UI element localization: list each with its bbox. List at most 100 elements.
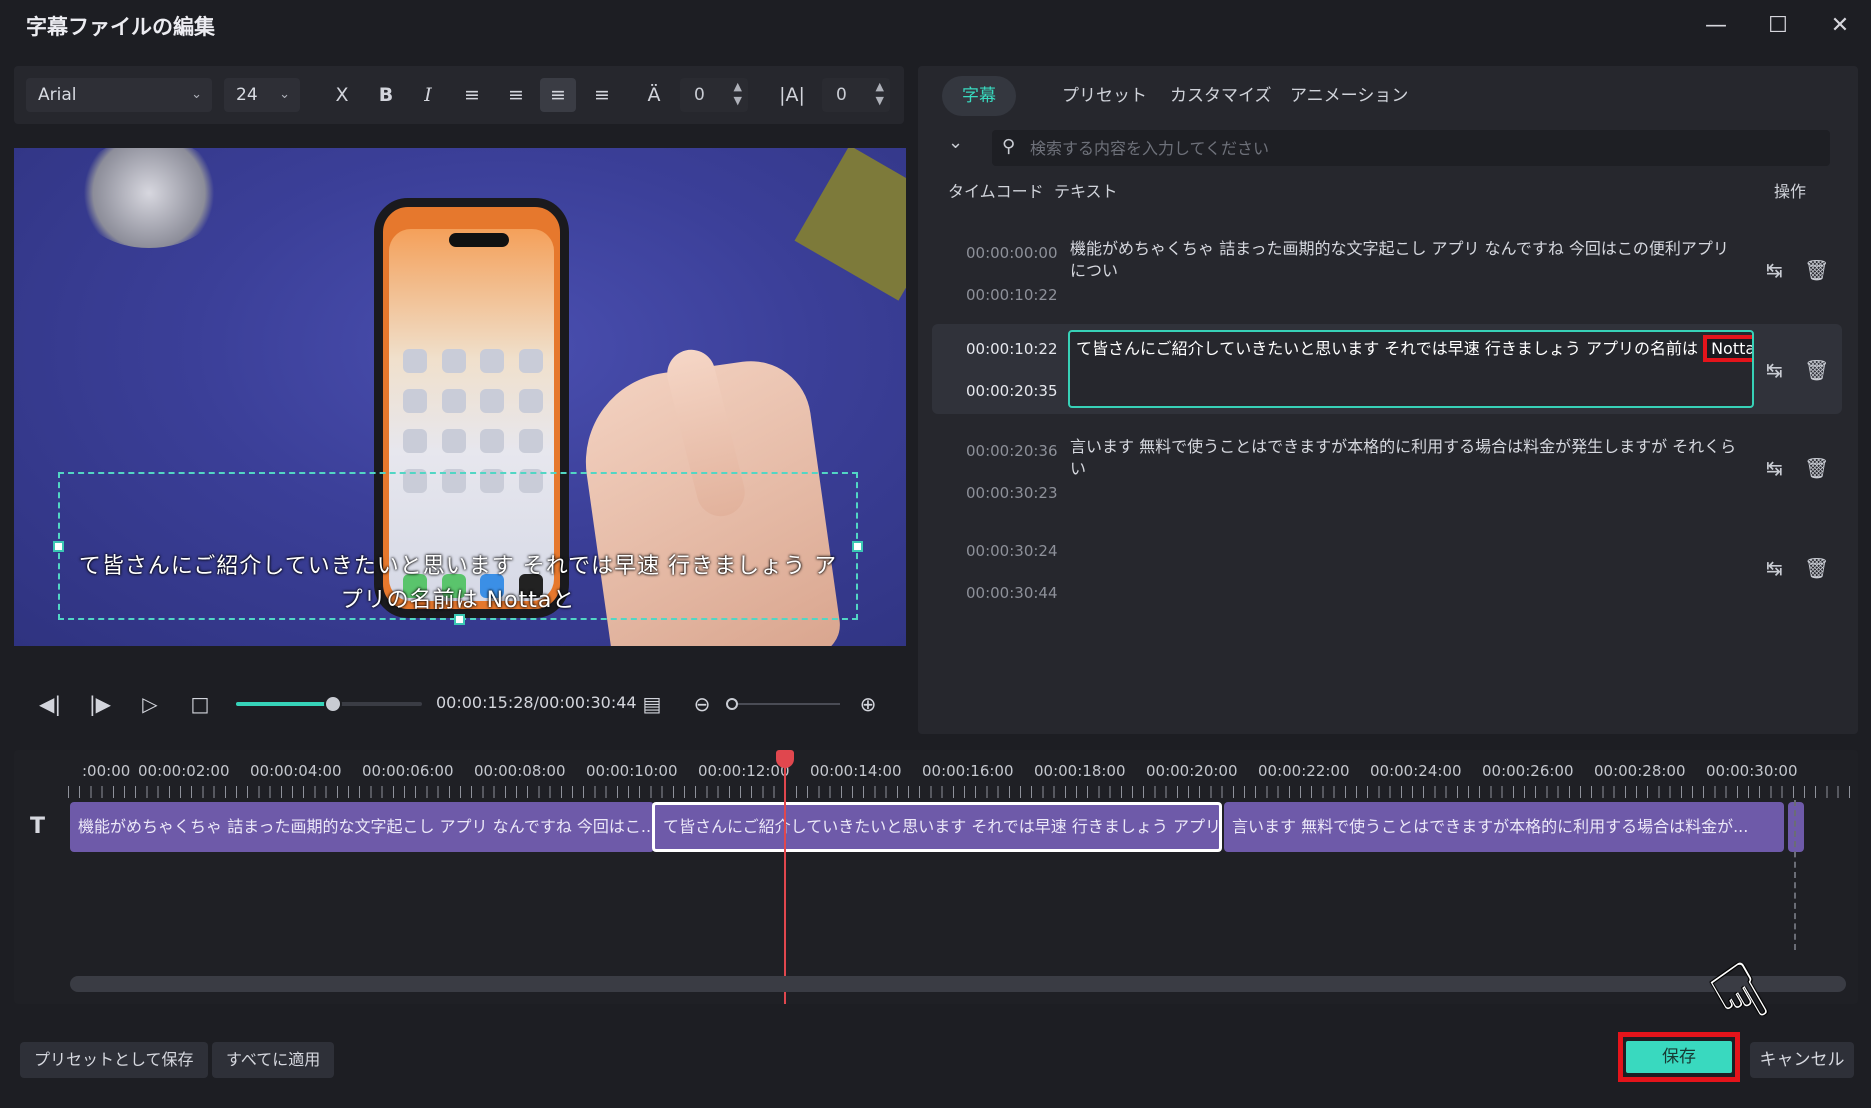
- video-preview[interactable]: て皆さんにご紹介していきたいと思います それでは早速 行きましょう ア プリの名…: [14, 148, 906, 646]
- subtitle-overlay[interactable]: て皆さんにご紹介していきたいと思います それでは早速 行きましょう ア プリの名…: [58, 550, 858, 618]
- subtitle-clip[interactable]: 言います 無料で使うことはできますが本格的に利用する場合は料金が...: [1224, 802, 1784, 852]
- letter-spacing-icon: Ä: [647, 84, 661, 106]
- ruler-label: 00:00:08:00: [474, 762, 566, 780]
- tab-animation[interactable]: アニメーション: [1270, 76, 1428, 116]
- align-justify-icon[interactable]: ≡: [584, 78, 620, 112]
- column-header-actions: 操作: [1774, 182, 1807, 201]
- row-end-timecode: 00:00:30:23: [966, 484, 1058, 502]
- timeline-end-marker: [1794, 800, 1796, 950]
- progress-knob[interactable]: [323, 695, 342, 713]
- subtitle-row[interactable]: 00:00:00:00 00:00:10:22 機能がめちゃくちゃ 詰まった画期…: [932, 224, 1842, 314]
- close-icon[interactable]: ✕: [1818, 8, 1862, 44]
- tab-presets[interactable]: プリセット: [1042, 76, 1167, 116]
- stepper-icon[interactable]: ▲ ▼: [734, 80, 742, 108]
- font-family-value: Arial: [38, 85, 77, 105]
- row-start-timecode: 00:00:00:00: [966, 244, 1058, 262]
- zoom-out-icon[interactable]: ⊖: [686, 688, 718, 720]
- ruler-label: 00:00:22:00: [1258, 762, 1350, 780]
- ruler-label: :00:00: [82, 762, 131, 780]
- subtitle-clip[interactable]: 機能がめちゃくちゃ 詰まった画期的な文字起こし アプリ なんですね 今回はこ..…: [70, 802, 654, 852]
- row-text: て皆さんにご紹介していきたいと思います それでは早速 行きましょう アプリの名前…: [1076, 339, 1698, 358]
- title-bar: 字幕ファイルの編集 — ☐ ✕: [0, 0, 1871, 52]
- column-header-text: テキスト: [1054, 182, 1118, 201]
- subtitle-editor-window: 字幕ファイルの編集 — ☐ ✕ Arial ⌄ 24 ⌄ Ⅹ B I ≡ ≡ ≡…: [0, 0, 1871, 1108]
- trash-icon[interactable]: 🗑: [1804, 556, 1829, 580]
- subtitle-row-selected[interactable]: 00:00:10:22 00:00:20:35 て皆さんにご紹介していきたいと思…: [932, 324, 1842, 414]
- subtitle-clip[interactable]: [1788, 802, 1804, 852]
- minimize-icon[interactable]: —: [1694, 8, 1738, 44]
- split-icon[interactable]: ↹: [1766, 358, 1783, 382]
- ruler-label: 00:00:30:00: [1706, 762, 1798, 780]
- row-text[interactable]: 機能がめちゃくちゃ 詰まった画期的な文字起こし アプリ なんですね 今回はこの便…: [1070, 238, 1740, 282]
- save-button[interactable]: 保存: [1626, 1041, 1732, 1073]
- row-start-timecode: 00:00:20:36: [966, 442, 1058, 460]
- stop-icon[interactable]: □: [184, 688, 216, 720]
- bold-icon[interactable]: B: [368, 78, 404, 112]
- play-icon[interactable]: ▷: [134, 688, 166, 720]
- ruler-label: 00:00:16:00: [922, 762, 1014, 780]
- save-as-preset-button[interactable]: プリセットとして保存: [20, 1042, 208, 1078]
- trash-icon[interactable]: 🗑: [1804, 358, 1829, 382]
- timeline-scrollbar[interactable]: [70, 976, 1846, 992]
- playback-progress-bar[interactable]: [236, 695, 422, 713]
- tab-subtitles[interactable]: 字幕: [942, 76, 1016, 116]
- stepper-icon[interactable]: ▲ ▼: [876, 80, 884, 108]
- fit-screen-icon[interactable]: ▤: [636, 688, 668, 720]
- subtitle-row[interactable]: 00:00:30:24 00:00:30:44 ↹ 🗑: [932, 522, 1842, 612]
- playhead[interactable]: [784, 750, 786, 1004]
- trash-icon[interactable]: 🗑: [1804, 456, 1829, 480]
- playback-timecode: 00:00:15:28/00:00:30:44: [436, 693, 637, 712]
- row-start-timecode: 00:00:10:22: [966, 340, 1058, 358]
- ruler-ticks: [68, 786, 1858, 798]
- search-bar: ⚲: [992, 130, 1830, 166]
- apply-all-button[interactable]: すべてに適用: [212, 1042, 335, 1078]
- subtitle-line-2: プリの名前は Nottaと: [340, 588, 576, 613]
- chevron-down-icon[interactable]: ⌄: [948, 132, 963, 153]
- subtitle-list-panel: 字幕 プリセット カスタマイズ アニメーション ⌄ ⚲ タイムコード テキスト …: [918, 66, 1858, 734]
- letter-spacing-value: 0: [694, 85, 705, 105]
- align-center-icon[interactable]: ≡: [540, 78, 576, 112]
- next-frame-icon[interactable]: |▶: [84, 688, 116, 720]
- italic-icon[interactable]: I: [410, 78, 446, 112]
- playhead-handle[interactable]: [776, 750, 794, 768]
- split-icon[interactable]: ↹: [1766, 258, 1783, 282]
- line-spacing-input[interactable]: 0 ▲ ▼: [822, 78, 890, 112]
- font-family-select[interactable]: Arial ⌄: [26, 78, 212, 112]
- timeline[interactable]: :00:00 00:00:02:00 00:00:04:00 00:00:06:…: [14, 750, 1858, 1004]
- playback-controls: ◀| |▶ ▷ □ 00:00:15:28/00:00:30:44 ▤ ⊖ ⊕: [14, 676, 906, 732]
- ruler-label: 00:00:10:00: [586, 762, 678, 780]
- decoration-leaf: [794, 148, 906, 301]
- timeline-ruler[interactable]: :00:00 00:00:02:00 00:00:04:00 00:00:06:…: [68, 750, 1858, 800]
- row-start-timecode: 00:00:30:24: [966, 542, 1058, 560]
- search-input[interactable]: [1030, 130, 1810, 166]
- font-size-select[interactable]: 24 ⌄: [224, 78, 300, 112]
- zoom-slider[interactable]: [732, 703, 840, 705]
- highlighted-word: Notta: [1703, 335, 1752, 362]
- previous-frame-icon[interactable]: ◀|: [34, 688, 66, 720]
- zoom-in-icon[interactable]: ⊕: [852, 688, 884, 720]
- maximize-icon[interactable]: ☐: [1756, 8, 1800, 44]
- split-icon[interactable]: ↹: [1766, 556, 1783, 580]
- subtitle-row[interactable]: 00:00:20:36 00:00:30:23 言います 無料で使うことはできま…: [932, 422, 1842, 512]
- zoom-knob[interactable]: [726, 698, 738, 710]
- row-text[interactable]: 言います 無料で使うことはできますが本格的に利用する場合は料金が発生しますが そ…: [1070, 436, 1740, 480]
- letter-spacing-input[interactable]: 0 ▲ ▼: [680, 78, 748, 112]
- search-icon: ⚲: [1002, 136, 1016, 157]
- text-direction-icon[interactable]: Ⅹ: [324, 78, 360, 112]
- decoration-flower: [74, 148, 224, 248]
- align-right-icon[interactable]: ≡: [498, 78, 534, 112]
- font-size-value: 24: [236, 85, 258, 105]
- window-title: 字幕ファイルの編集: [26, 15, 215, 39]
- cancel-button[interactable]: キャンセル: [1750, 1042, 1854, 1078]
- format-toolbar: Arial ⌄ 24 ⌄ Ⅹ B I ≡ ≡ ≡ ≡ Ä 0 ▲ ▼ |A| 0 …: [14, 66, 904, 124]
- subtitle-clip-selected[interactable]: て皆さんにご紹介していきたいと思います それでは早速 行きましょう アプリの..…: [652, 802, 1222, 852]
- ruler-label: 00:00:02:00: [138, 762, 230, 780]
- line-spacing-value: 0: [836, 85, 847, 105]
- row-text-editor[interactable]: て皆さんにご紹介していきたいと思います それでは早速 行きましょう アプリの名前…: [1068, 330, 1754, 408]
- subtitle-line-1: て皆さんにご紹介していきたいと思います それでは早速 行きましょう ア: [78, 554, 838, 579]
- align-left-icon[interactable]: ≡: [454, 78, 490, 112]
- ruler-label: 00:00:26:00: [1482, 762, 1574, 780]
- row-end-timecode: 00:00:20:35: [966, 382, 1058, 400]
- split-icon[interactable]: ↹: [1766, 456, 1783, 480]
- trash-icon[interactable]: 🗑: [1804, 258, 1829, 282]
